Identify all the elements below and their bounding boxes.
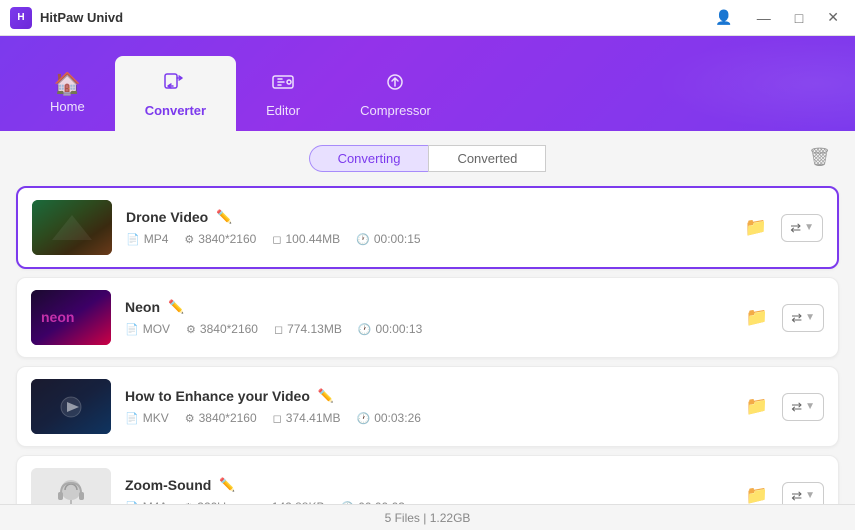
file-duration: 🕐 00:03:26: [357, 411, 421, 425]
file-actions: 📁 ⇄ ▼: [742, 392, 824, 421]
size-icon: ◻: [273, 412, 282, 425]
duration-icon: 🕐: [357, 412, 371, 425]
file-meta: 📄 MP4 ⚙ 3840*2160 ◻ 100.44MB 🕐 00:00:15: [126, 232, 727, 246]
file-meta: 📄 MKV ⚙ 3840*2160 ◻ 374.41MB 🕐 00:03:26: [125, 411, 728, 425]
file-thumbnail: [31, 379, 111, 434]
convert-button[interactable]: ⇄ ▼: [782, 393, 824, 421]
user-icon-button[interactable]: 👤: [709, 7, 738, 28]
chevron-down-icon: ▼: [804, 222, 814, 233]
file-info: How to Enhance your Video ✏️ 📄 MKV ⚙ 384…: [125, 388, 728, 425]
file-info: Neon ✏️ 📄 MOV ⚙ 3840*2160 ◻ 774.13MB: [125, 299, 728, 336]
format-icon: 📄: [125, 323, 139, 336]
file-format: 📄 MOV: [125, 322, 170, 336]
table-row: Drone Video ✏️ 📄 MP4 ⚙ 3840*2160 ◻ 100.4…: [16, 186, 839, 269]
file-resolution: ⚙ 3840*2160: [186, 322, 258, 336]
chevron-down-icon: ▼: [805, 401, 815, 412]
file-name: Neon: [125, 299, 160, 315]
minimize-button[interactable]: —: [751, 8, 777, 28]
tab-converting[interactable]: Converting: [309, 145, 429, 172]
svg-text:neon: neon: [41, 309, 74, 325]
file-thumbnail: [32, 200, 112, 255]
file-resolution: ⚙ 3840*2160: [184, 232, 256, 246]
status-bar: 5 Files | 1.22GB: [0, 504, 855, 530]
file-actions: 📁 ⇄ ▼: [741, 213, 823, 242]
file-info: Drone Video ✏️ 📄 MP4 ⚙ 3840*2160 ◻ 100.4…: [126, 209, 727, 246]
file-name: Drone Video: [126, 209, 208, 225]
file-name-row: Drone Video ✏️: [126, 209, 727, 225]
duration-icon: 🕐: [358, 323, 372, 336]
table-row: neon Neon ✏️ 📄 MOV ⚙ 3840*2160: [16, 277, 839, 358]
nav-compressor[interactable]: Compressor: [330, 56, 461, 131]
compressor-icon: [382, 69, 408, 99]
edit-name-icon[interactable]: ✏️: [219, 477, 235, 493]
nav-converter-label: Converter: [145, 103, 206, 118]
file-meta: 📄 MOV ⚙ 3840*2160 ◻ 774.13MB 🕐 00:00:13: [125, 322, 728, 336]
file-name: Zoom-Sound: [125, 477, 211, 493]
tab-converted[interactable]: Converted: [428, 145, 546, 172]
format-icon: 📄: [126, 233, 140, 246]
nav-home-label: Home: [50, 99, 85, 114]
file-format: 📄 MKV: [125, 411, 169, 425]
file-duration: 🕐 00:00:13: [358, 322, 422, 336]
nav-bar: 🏠 Home Converter Editor: [0, 36, 855, 131]
size-icon: ◻: [274, 323, 283, 336]
home-icon: 🏠: [54, 73, 81, 95]
file-size: ◻ 374.41MB: [273, 411, 341, 425]
convert-icon: ⇄: [791, 488, 802, 504]
editor-icon: [270, 69, 296, 99]
close-button[interactable]: ✕: [821, 7, 845, 28]
file-name: How to Enhance your Video: [125, 388, 310, 404]
nav-editor[interactable]: Editor: [236, 56, 330, 131]
resolution-icon: ⚙: [185, 412, 195, 425]
main-content: Converting Converted 🗑: [0, 131, 855, 530]
file-thumbnail: neon: [31, 290, 111, 345]
convert-icon: ⇄: [791, 310, 802, 326]
file-list: Drone Video ✏️ 📄 MP4 ⚙ 3840*2160 ◻ 100.4…: [16, 186, 839, 530]
delete-all-button[interactable]: 🗑: [800, 145, 839, 170]
file-duration: 🕐 00:00:15: [356, 232, 420, 246]
open-folder-button[interactable]: 📁: [742, 392, 772, 421]
file-actions: 📁 ⇄ ▼: [742, 303, 824, 332]
file-size: ◻ 774.13MB: [274, 322, 342, 336]
title-bar-controls: 👤 — □ ✕: [709, 7, 845, 28]
nav-converter[interactable]: Converter: [115, 56, 236, 131]
chevron-down-icon: ▼: [805, 312, 815, 323]
edit-name-icon[interactable]: ✏️: [216, 209, 232, 225]
file-size: ◻ 100.44MB: [272, 232, 340, 246]
app-logo: H: [10, 7, 32, 29]
chevron-down-icon: ▼: [805, 490, 815, 501]
status-text: 5 Files | 1.22GB: [385, 511, 471, 525]
convert-button[interactable]: ⇄ ▼: [782, 304, 824, 332]
convert-button[interactable]: ⇄ ▼: [781, 214, 823, 242]
nav-compressor-label: Compressor: [360, 103, 431, 118]
open-folder-button[interactable]: 📁: [741, 213, 771, 242]
edit-name-icon[interactable]: ✏️: [168, 299, 184, 315]
edit-name-icon[interactable]: ✏️: [318, 388, 334, 404]
format-icon: 📄: [125, 412, 139, 425]
file-name-row: Neon ✏️: [125, 299, 728, 315]
title-bar: H HitPaw Univd 👤 — □ ✕: [0, 0, 855, 36]
app-name: HitPaw Univd: [40, 10, 123, 25]
file-name-row: How to Enhance your Video ✏️: [125, 388, 728, 404]
table-row: How to Enhance your Video ✏️ 📄 MKV ⚙ 384…: [16, 366, 839, 447]
convert-icon: ⇄: [791, 399, 802, 415]
convert-icon: ⇄: [790, 220, 801, 236]
open-folder-button[interactable]: 📁: [742, 303, 772, 332]
file-format: 📄 MP4: [126, 232, 168, 246]
nav-editor-label: Editor: [266, 103, 300, 118]
maximize-button[interactable]: □: [789, 8, 809, 28]
size-icon: ◻: [272, 233, 281, 246]
resolution-icon: ⚙: [186, 323, 196, 336]
converter-icon: [162, 69, 188, 99]
file-name-row: Zoom-Sound ✏️: [125, 477, 728, 493]
tab-bar: Converting Converted 🗑: [16, 145, 839, 172]
duration-icon: 🕐: [356, 233, 370, 246]
nav-home[interactable]: 🏠 Home: [20, 56, 115, 131]
title-bar-left: H HitPaw Univd: [10, 7, 123, 29]
file-resolution: ⚙ 3840*2160: [185, 411, 257, 425]
resolution-icon: ⚙: [184, 233, 194, 246]
